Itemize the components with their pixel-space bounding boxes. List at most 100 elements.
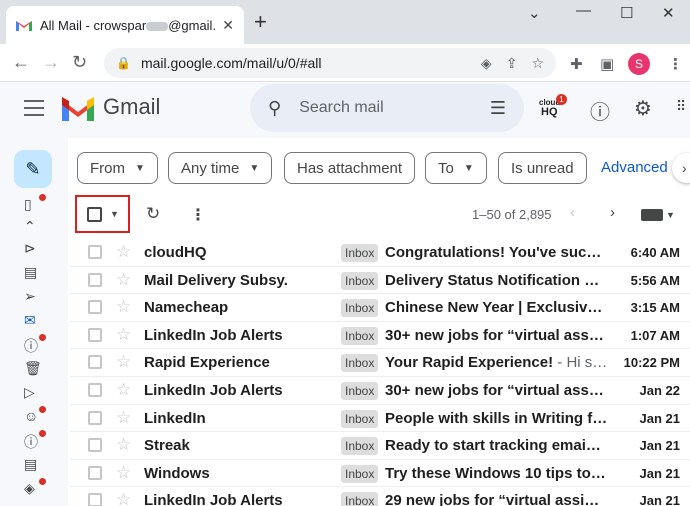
row-checkbox[interactable] [88, 438, 102, 453]
inbox-label[interactable]: Inbox [341, 464, 379, 483]
star-icon[interactable]: ☆ [116, 352, 131, 372]
chrome-menu-icon[interactable]: ⋮ [668, 55, 683, 73]
close-window-icon[interactable]: ✕ [662, 4, 675, 22]
email-row[interactable]: ☆ Mail Delivery Subsy. Inbox Delivery St… [70, 267, 690, 295]
inbox-label[interactable]: Inbox [341, 492, 379, 506]
row-checkbox[interactable] [88, 383, 102, 397]
email-row[interactable]: ☆ LinkedIn Job Alerts Inbox 29 new jobs … [70, 487, 690, 506]
next-page-icon[interactable]: › [610, 204, 615, 221]
email-row[interactable]: ☆ Namecheap Inbox Chinese New Year | Exc… [70, 294, 690, 322]
star-icon[interactable]: ☆ [116, 463, 131, 483]
email-row[interactable]: ☆ LinkedIn Inbox People with skills in W… [70, 405, 690, 433]
apps-grid-icon[interactable]: ⠿ [676, 98, 686, 115]
help-icon[interactable]: ⓘ [590, 96, 610, 125]
address-bar[interactable]: 🔒 mail.google.com/mail/u/0/#all ◈ ⇪ ☆ [104, 48, 556, 78]
row-checkbox[interactable] [88, 327, 102, 342]
trash-icon[interactable]: 🗑 [24, 360, 44, 378]
row-checkbox[interactable] [88, 465, 102, 480]
row-checkbox[interactable] [88, 245, 102, 259]
window-chevron-icon[interactable]: ⌄ [528, 4, 541, 22]
row-checkbox[interactable] [88, 410, 102, 425]
star-icon[interactable]: ☆ [116, 490, 131, 506]
star-icon[interactable]: ☆ [116, 380, 131, 400]
chats-icon[interactable]: ▤ [24, 264, 44, 282]
promotions-icon[interactable]: ◈ [24, 478, 46, 498]
email-subject: Congratulations! You've suc… [385, 244, 602, 261]
star-icon[interactable]: ☆ [116, 270, 131, 290]
star-icon[interactable]: ☆ [116, 435, 131, 455]
inbox-label[interactable]: Inbox [341, 409, 379, 428]
categories-icon[interactable]: ▷ [24, 384, 44, 402]
eye-icon[interactable]: ◈ [481, 55, 492, 72]
inbox-label[interactable]: Inbox [341, 437, 379, 456]
search-input[interactable]: Search mail [299, 99, 490, 117]
email-subject: Delivery Status Notification … [385, 271, 600, 289]
main-menu-icon[interactable] [24, 100, 44, 116]
refresh-icon[interactable]: ↻ [146, 204, 160, 224]
spam-icon[interactable]: ⓘ [24, 334, 46, 354]
row-checkbox[interactable] [88, 493, 102, 506]
star-icon[interactable]: ☆ [116, 325, 131, 345]
email-row[interactable]: ☆ Windows Inbox Try these Windows 10 tip… [70, 460, 690, 488]
extensions-icon[interactable]: ✚ [570, 55, 583, 73]
email-row[interactable]: ☆ Rapid Experience Inbox Your Rapid Expe… [70, 349, 690, 377]
inbox-label[interactable]: Inbox [341, 326, 379, 345]
close-tab-icon[interactable]: ✕ [222, 17, 234, 34]
filter-has-attachment-chip[interactable]: Has attachment [284, 152, 416, 184]
forward-icon[interactable]: → [42, 52, 60, 72]
settings-gear-icon[interactable]: ⚙ [634, 96, 652, 121]
email-row[interactable]: ☆ LinkedIn Job Alerts Inbox 30+ new jobs… [70, 377, 690, 405]
inbox-label[interactable]: Inbox [341, 354, 379, 373]
cloudhq-icon[interactable]: cloud HQ 1 [537, 94, 569, 122]
compose-button[interactable]: ✎ [14, 150, 52, 188]
star-icon[interactable]: ☆ [116, 408, 131, 428]
filter-from-chip[interactable]: From ▼ [77, 152, 158, 184]
row-checkbox[interactable] [88, 355, 102, 370]
share-icon[interactable]: ⇪ [506, 55, 518, 72]
inbox-label[interactable]: Inbox [341, 271, 379, 290]
search-bar[interactable]: ⚲ Search mail ☰ [250, 84, 524, 132]
new-tab-button[interactable]: + [254, 10, 267, 34]
updates-icon[interactable]: ⓘ [24, 430, 46, 450]
search-options-icon[interactable]: ☰ [490, 98, 506, 119]
select-all-checkbox[interactable] [87, 207, 102, 222]
star-icon[interactable]: ☆ [116, 297, 131, 317]
row-checkbox[interactable] [88, 272, 102, 287]
inbox-label[interactable]: Inbox [341, 382, 379, 400]
filter-to-chip[interactable]: To ▼ [425, 152, 487, 184]
browser-tab[interactable]: All Mail - crowspar@gmail.c ✕ [6, 6, 244, 44]
inbox-label[interactable]: Inbox [341, 299, 379, 318]
select-highlight-box [75, 195, 130, 233]
email-row[interactable]: ☆ LinkedIn Job Alerts Inbox 30+ new jobs… [70, 322, 690, 350]
bookmark-star-icon[interactable]: ☆ [531, 55, 544, 72]
advanced-search-link[interactable]: Advanced [601, 159, 668, 176]
minimize-icon[interactable]: — [576, 2, 591, 19]
filter-is-unread-chip[interactable]: Is unread [498, 152, 587, 184]
chevron-down-icon: ▼ [135, 162, 145, 174]
row-checkbox[interactable] [88, 300, 102, 315]
forums-icon[interactable]: ▤ [24, 456, 44, 474]
email-sender: Namecheap [144, 299, 229, 317]
keyboard-icon[interactable] [641, 209, 663, 221]
star-icon[interactable]: ☆ [116, 242, 131, 262]
search-icon[interactable]: ⚲ [268, 98, 281, 119]
inbox-label[interactable]: Inbox [341, 244, 379, 262]
back-icon[interactable]: ← [12, 52, 30, 72]
side-panel-icon[interactable]: ▣ [600, 55, 614, 73]
reload-icon[interactable]: ↻ [72, 52, 87, 72]
input-tools-dropdown-icon[interactable]: ▼ [666, 210, 675, 220]
collapse-chevron-icon[interactable]: ⌃ [24, 218, 44, 236]
sent-scheduled-icon[interactable]: ➢ [24, 288, 44, 306]
filter-any-time-chip[interactable]: Any time ▼ [168, 152, 273, 184]
select-dropdown-icon[interactable]: ▼ [110, 209, 119, 219]
important-icon[interactable]: ⊳ [24, 240, 44, 258]
email-row[interactable]: ☆ Streak Inbox Ready to start tracking e… [70, 432, 690, 460]
more-options-icon[interactable]: ⋮ [190, 205, 206, 225]
email-row[interactable]: ☆ cloudHQ Inbox Congratulations! You've … [70, 239, 690, 267]
profile-avatar[interactable]: S [628, 53, 650, 75]
previous-page-icon[interactable]: ‹ [570, 204, 575, 221]
all-mail-icon[interactable]: ✉ [24, 312, 44, 330]
maximize-icon[interactable]: ☐ [620, 4, 633, 22]
social-icon[interactable]: ☺ [24, 406, 46, 426]
scheduled-icon[interactable]: ▯ [24, 194, 46, 214]
